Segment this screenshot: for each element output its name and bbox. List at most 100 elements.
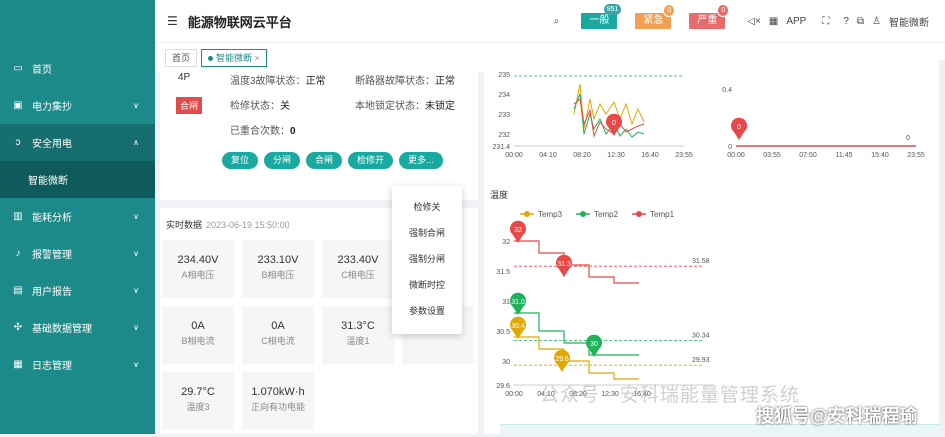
grid-app-icon[interactable]: ▦ [769,16,778,27]
scrollbar[interactable] [939,60,945,434]
shirt-icon[interactable]: ♙ [872,16,881,27]
sidebar-item-breaker[interactable]: 智能微断 [0,161,155,198]
y-tick-label: 234 [498,92,510,99]
search-icon[interactable]: ⌕ [554,16,560,27]
alarm-count: 0 [663,4,676,17]
sidebar-item-basedata[interactable]: ✣ 基础数据管理 ∨ [0,309,155,346]
marker-label: 32 [514,227,522,234]
kv-label: 断路器故障状态： [355,76,435,87]
data-tile: 0A B相电流 [162,306,234,364]
kv-label: 温度3故障状态： [230,76,306,87]
alarm-count: 0 [717,4,730,17]
x-tick-label: 07:50 [799,152,817,159]
kv-label: 本地锁定状态： [355,101,425,112]
page-title: 能源物联网云平台 [187,14,292,30]
legend-label: Temp2 [594,210,619,219]
sidebar-item-home[interactable]: ▭ 首页 [0,50,155,87]
y-tick-label: 233 [498,112,510,119]
x-tick-label: 11:45 [836,152,853,159]
kv-value: 未锁定 [425,101,455,112]
alarm-label: 紧急 [643,15,664,26]
action-buttons: 复位 分闸 合闸 检修开 更多... [222,152,443,169]
repair-status: 检修状态：关 [230,97,290,112]
alarm-label: 一般 [589,15,610,26]
watermark-text: 搜狐号@安科瑞程瑜 [756,406,918,426]
menu-item-force-open[interactable]: 强制分闸 [392,246,462,272]
legend-dot [580,211,586,217]
alarm-urgent-button[interactable]: 紧急 0 [635,4,676,29]
reference-value-label: 30.34 [692,333,710,340]
alarm-count: 951 [603,4,622,15]
plug-icon: ↄ [15,137,21,148]
monitor-icon: ▭ [13,63,23,74]
y-tick-label: 235 [498,72,510,79]
data-tile: 31.3°C 温度1 [322,306,394,364]
tile-value: 31.3°C [341,320,375,332]
status-card: 4P 合闸 温度3故障状态：正常 断路器故障状态：正常 检修状态：关 本地锁定状… [160,72,478,200]
close-icon[interactable]: × [255,53,260,63]
close-button[interactable]: 合闸 [306,152,343,169]
tile-value: 0A [191,320,205,332]
alarm-severe-button[interactable]: 严重 0 [689,4,730,29]
realtime-header: 实时数据 2023-06-19 15:50:00 [166,218,290,231]
reference-value-label: 29.93 [692,357,710,364]
series-line [514,240,639,284]
alarm-general-button[interactable]: 一般 951 [581,4,622,29]
tab-home[interactable]: 首页 [165,48,198,67]
legend-dot [636,211,642,217]
x-tick-label: 12:30 [607,152,625,159]
reset-button[interactable]: 复位 [222,152,259,169]
chevron-down-icon: ∨ [133,212,139,221]
fullscreen-icon[interactable]: ⛶ [822,16,829,27]
tile-label: 温度3 [186,402,210,412]
tile-label: 温度1 [346,336,370,346]
marker-label: 31.0 [511,299,525,306]
legend-label: Temp3 [538,210,563,219]
fault-status: 温度3故障状态：正常 [230,72,326,87]
sidebar-item-report[interactable]: ▤ 用户报告 ∨ [0,272,155,309]
x-tick-label: 04:10 [539,152,557,159]
kv-value: 0 [290,126,296,137]
translate-icon[interactable]: ⧉ [857,16,864,27]
sidebar-item-meter[interactable]: ▣ 电力集抄 ∨ [0,87,155,124]
tile-label: A相电压 [181,270,215,280]
tile-label: B相电流 [181,336,215,346]
data-tile: 0A C相电流 [242,306,314,364]
open-button[interactable]: 分闸 [264,152,301,169]
y-tick-label: 232 [498,132,510,139]
x-tick-label: 15:40 [871,152,889,159]
tab-breaker[interactable]: 智能微断 × [201,48,267,67]
sidebar-item-log[interactable]: ▦ 日志管理 ∨ [0,346,155,383]
tile-value: 0A [271,320,285,332]
sidebar-item-safety[interactable]: ↄ 安全用电 ∧ [0,124,155,161]
repair-on-button[interactable]: 检修开 [348,152,394,169]
sidebar-item-energy[interactable]: ▥ 能耗分析 ∨ [0,198,155,235]
more-button[interactable]: 更多... [399,152,443,169]
marker-label: 0 [737,124,741,131]
y-tick-label: 30 [502,359,510,366]
kv-label: 检修状态： [230,101,280,112]
help-icon[interactable]: ? [843,16,849,27]
menu-item-force-close[interactable]: 强制合闸 [392,220,462,246]
tile-value: 29.7°C [181,386,215,398]
chart-title: 温度 [490,189,508,200]
tile-label: C相电压 [341,270,375,280]
data-tile: 1.070kW·h 正向有功电能 [242,372,314,430]
kv-value: 正常 [305,76,326,87]
menu-item-settings[interactable]: 参数设置 [392,298,462,324]
chart-area: 231.4 232 233 234 235 00:00 04:10 08:20 12:30 16:… [484,60,945,434]
app-link[interactable]: APP [786,16,806,27]
x-tick-label: 23:55 [907,152,925,159]
user-label[interactable]: 智能微断 [889,14,929,29]
sidebar-item-label: 用户报告 [32,287,72,298]
header: ☰ 能源物联网云平台 ⌕ 一般 951 紧急 0 严重 0 ◁× ▦ APP ⛶ ? … [155,0,945,42]
report-icon: ▤ [13,285,23,296]
tile-label: 正向有功电能 [250,402,305,412]
mute-icon[interactable]: ◁× [747,16,761,27]
sidebar-item-alarm[interactable]: ♪ 报警管理 ∨ [0,235,155,272]
sidebar-item-label: 安全用电 [32,139,72,150]
menu-toggle-icon[interactable]: ☰ [167,14,178,28]
chevron-down-icon: ∨ [133,101,139,110]
menu-item-repair-off[interactable]: 检修关 [392,194,462,220]
menu-item-timer[interactable]: 微断时控 [392,272,462,298]
